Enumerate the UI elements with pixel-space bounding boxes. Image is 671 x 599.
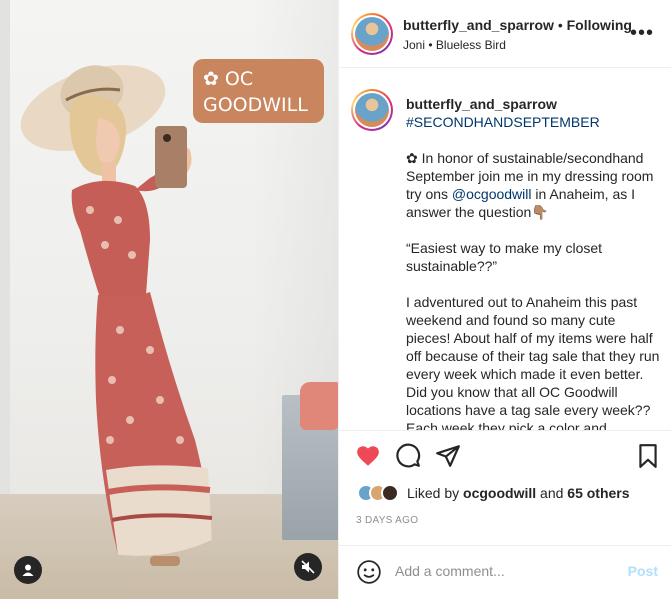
action-bar	[339, 430, 671, 480]
audio-attribution[interactable]: Joni • Blueless Bird	[403, 38, 632, 52]
story-ring-avatar[interactable]	[351, 13, 393, 55]
post-video[interactable]: ✿ OC GOODWILL	[0, 0, 338, 599]
paper-plane-icon[interactable]	[435, 443, 461, 469]
instagram-post-modal: ✿ OC GOODWILL butterfly_and_sparrow • Fo…	[0, 0, 671, 599]
caption-paragraph-3: I adventured out to Anaheim this past we…	[406, 294, 660, 430]
sticker-line-2: GOODWILL	[203, 94, 308, 116]
profile-avatar	[355, 17, 389, 51]
post-timestamp[interactable]: 3 DAYS AGO	[356, 515, 418, 526]
flower-icon: ✿	[203, 68, 219, 90]
post-details-panel: butterfly_and_sparrow • Following Joni •…	[338, 0, 671, 599]
caption-paragraph-2: “Easiest way to make my closet sustainab…	[406, 240, 603, 274]
oc-goodwill-sticker: ✿ OC GOODWILL	[193, 59, 324, 123]
caption-avatar[interactable]	[351, 89, 393, 131]
others-count-link[interactable]: 65 others	[567, 485, 629, 501]
post-comment-button[interactable]: Post	[628, 563, 658, 579]
comment-bubble-icon[interactable]	[395, 443, 421, 469]
header-username[interactable]: butterfly_and_sparrow	[403, 17, 554, 33]
audio-song: Blueless Bird	[435, 38, 506, 52]
liker-avatar	[381, 484, 399, 502]
pointing-down-emoji: 👇🏽	[531, 204, 549, 220]
comment-input[interactable]: Add a comment...	[395, 563, 505, 579]
audio-separator: •	[428, 38, 433, 52]
caption-flower-icon: ✿	[406, 150, 418, 166]
tagged-users-button[interactable]	[14, 556, 42, 584]
hashtag-link[interactable]: #SECONDHANDSEPTEMBER	[406, 113, 660, 131]
user-icon	[22, 564, 34, 576]
bookmark-icon[interactable]	[635, 443, 661, 469]
liker-username[interactable]: ocgoodwill	[463, 485, 536, 501]
emoji-icon[interactable]	[356, 559, 382, 585]
sticker-line-1: OC	[224, 68, 254, 90]
mention-link[interactable]: @ocgoodwill	[452, 186, 532, 202]
caption-text: butterfly_and_sparrow #SECONDHANDSEPTEMB…	[406, 95, 660, 430]
more-options-icon[interactable]: •••	[630, 22, 654, 45]
caption-paragraph-1: ✿ In honor of sustainable/secondhand Sep…	[406, 150, 654, 220]
caption-username[interactable]: butterfly_and_sparrow	[406, 95, 660, 113]
heart-filled-icon[interactable]	[355, 443, 381, 469]
audio-muted-button[interactable]	[294, 553, 322, 581]
speaker-muted-icon	[301, 560, 315, 574]
audio-artist: Joni	[403, 38, 426, 52]
likes-summary: Liked by ocgoodwill and 65 others	[357, 484, 630, 502]
caption-area: butterfly_and_sparrow #SECONDHANDSEPTEMB…	[339, 69, 671, 430]
post-header: butterfly_and_sparrow • Following Joni •…	[339, 0, 671, 68]
add-comment-bar: Add a comment... Post	[339, 545, 671, 599]
following-button[interactable]: Following	[567, 17, 632, 33]
header-separator: •	[557, 17, 563, 33]
